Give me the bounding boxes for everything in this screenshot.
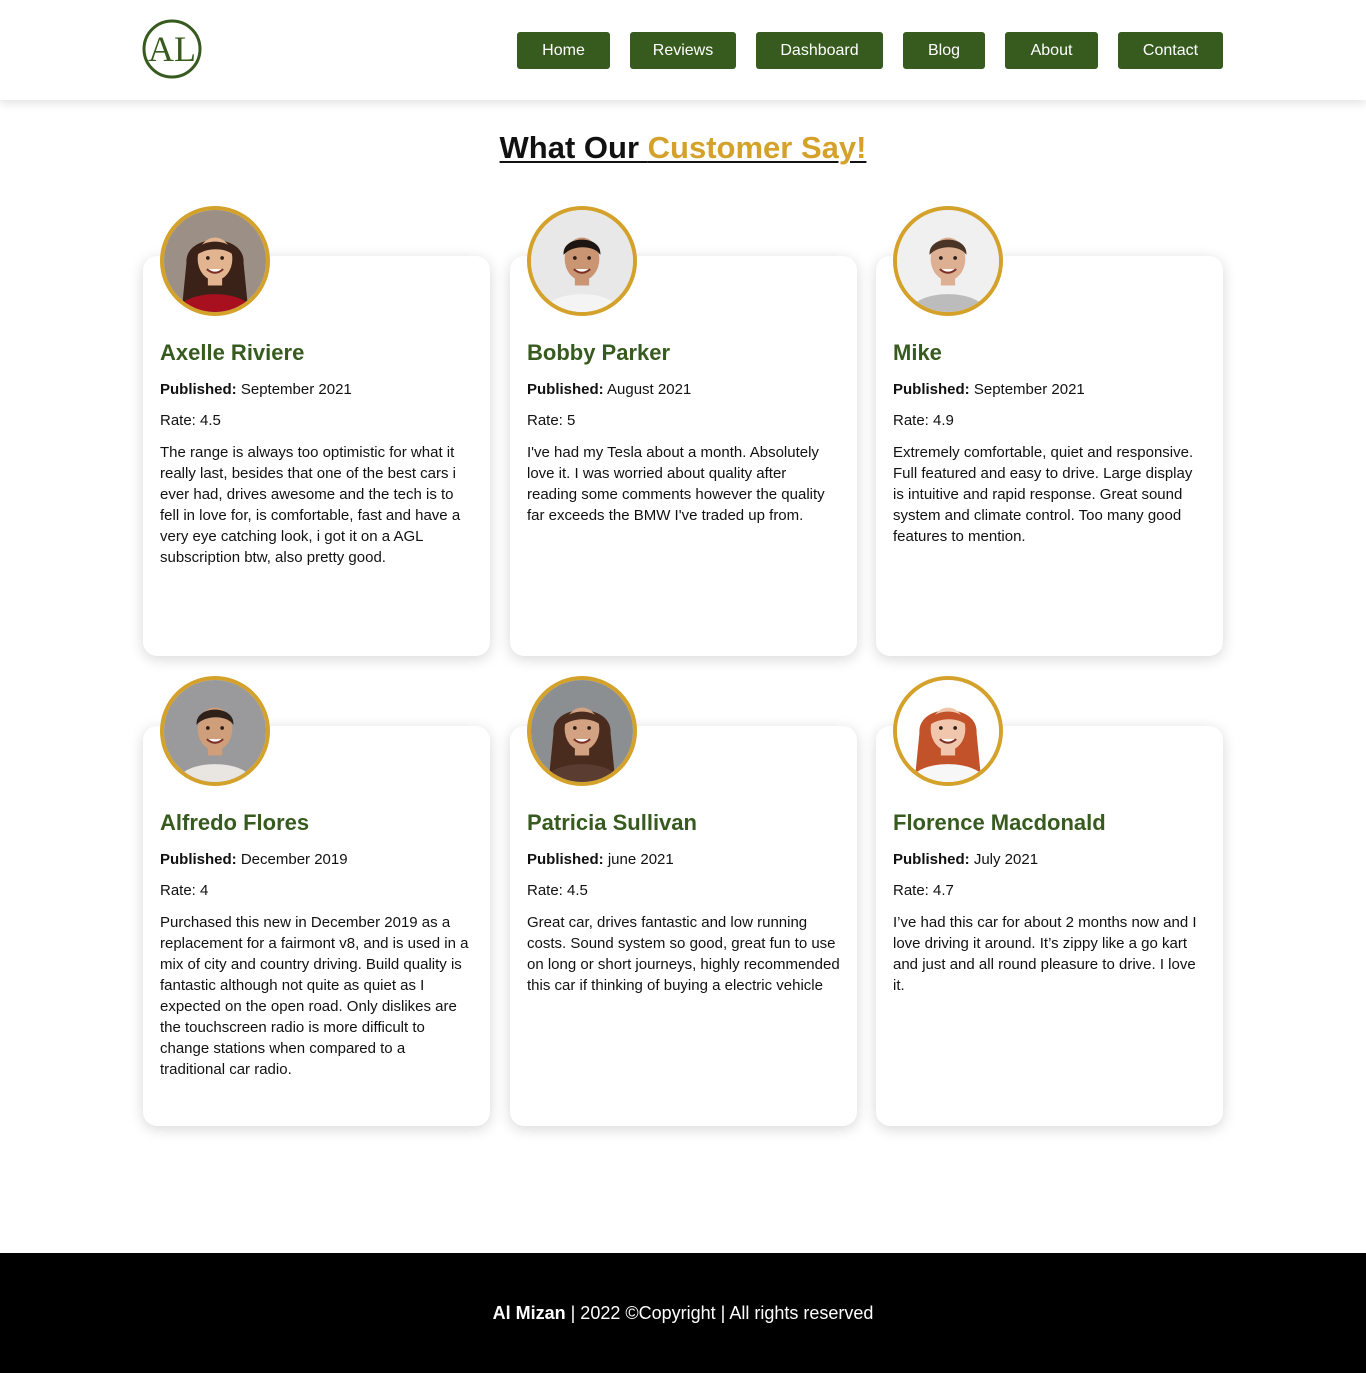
nav-reviews-button[interactable]: Reviews <box>630 32 736 69</box>
portrait-image <box>531 210 633 312</box>
reviewer-avatar <box>527 676 637 786</box>
nav-dashboard-button[interactable]: Dashboard <box>756 32 883 69</box>
published-label: Published: <box>160 851 237 868</box>
published-line: Published: june 2021 <box>527 851 674 868</box>
copyright-text: Al Mizan | 2022 ©Copyright | All rights … <box>493 1303 874 1324</box>
review-text: The range is always too optimistic for w… <box>160 444 461 566</box>
reviewer-name: Bobby Parker <box>527 340 671 365</box>
portrait-image <box>897 680 999 782</box>
logo-text: AL <box>148 29 196 69</box>
review-text: I’ve had this car for about 2 months now… <box>893 914 1197 994</box>
review-card: Axelle Riviere Published: September 2021… <box>143 206 490 656</box>
nav-home-button[interactable]: Home <box>517 32 610 69</box>
footer-brand: Al Mizan <box>492 1302 566 1323</box>
review-text: Great car, drives fantastic and low runn… <box>527 914 840 994</box>
site-footer: Al Mizan | 2022 ©Copyright | All rights … <box>0 1253 1366 1373</box>
published-line: Published: December 2019 <box>160 851 348 868</box>
review-card: Florence Macdonald Published: July 2021 … <box>876 676 1223 1126</box>
published-line: Published: September 2021 <box>160 381 352 398</box>
reviewer-name: Alfredo Flores <box>160 810 310 835</box>
published-line: Published: September 2021 <box>893 381 1085 398</box>
published-date: September 2021 <box>240 381 352 398</box>
reviewer-name: Florence Macdonald <box>893 810 1106 835</box>
reviewer-name: Axelle Riviere <box>160 340 305 365</box>
rating: Rate: 4.5 <box>160 412 221 429</box>
review-text: Extremely comfortable, quiet and respons… <box>893 444 1194 545</box>
nav-blog-button[interactable]: Blog <box>903 32 985 69</box>
published-date: July 2021 <box>973 851 1039 868</box>
published-label: Published: <box>160 381 237 398</box>
footer-copyright: | 2022 ©Copyright | All rights reserved <box>565 1302 874 1323</box>
portrait-image <box>531 680 633 782</box>
published-date: August 2021 <box>607 381 692 398</box>
published-line: Published: July 2021 <box>893 851 1038 868</box>
site-header: AL Home Reviews Dashboard Blog About Con… <box>0 0 1366 100</box>
rating: Rate: 4.9 <box>893 412 954 429</box>
review-text: Purchased this new in December 2019 as a… <box>160 914 469 1078</box>
portrait-image <box>897 210 999 312</box>
reviewer-avatar <box>527 206 637 316</box>
logo-mark: AL <box>142 19 202 79</box>
rating: Rate: 5 <box>527 412 576 429</box>
reviewer-name: Patricia Sullivan <box>527 810 697 835</box>
reviewer-avatar <box>160 676 270 786</box>
portrait-image <box>164 210 266 312</box>
reviewer-avatar <box>160 206 270 316</box>
published-date: September 2021 <box>973 381 1085 398</box>
published-line: Published: August 2021 <box>527 381 691 398</box>
review-card: Mike Published: September 2021 Rate: 4.9… <box>876 206 1223 656</box>
reviewer-avatar <box>893 206 1003 316</box>
published-date: December 2019 <box>240 851 348 868</box>
rating: Rate: 4.5 <box>527 882 588 899</box>
published-label: Published: <box>893 381 970 398</box>
nav-about-button[interactable]: About <box>1005 32 1098 69</box>
rating: Rate: 4 <box>160 882 209 899</box>
published-label: Published: <box>527 381 604 398</box>
published-date: june 2021 <box>607 851 674 868</box>
review-card: Alfredo Flores Published: December 2019 … <box>143 676 490 1126</box>
published-label: Published: <box>527 851 604 868</box>
rating: Rate: 4.7 <box>893 882 954 899</box>
reviewer-name: Mike <box>893 340 942 365</box>
nav-contact-button[interactable]: Contact <box>1118 32 1223 69</box>
review-text: I've had my Tesla about a month. Absolut… <box>527 444 825 524</box>
review-card: Bobby Parker Published: August 2021 Rate… <box>510 206 857 656</box>
title-part-1: What Our <box>499 130 648 165</box>
page-title: What Our Customer Say! <box>0 130 1366 166</box>
title-part-2: Customer Say! <box>647 130 867 165</box>
review-card: Patricia Sullivan Published: june 2021 R… <box>510 676 857 1126</box>
published-label: Published: <box>893 851 970 868</box>
brand-logo[interactable]: AL <box>141 18 203 80</box>
reviewer-avatar <box>893 676 1003 786</box>
portrait-image <box>164 680 266 782</box>
